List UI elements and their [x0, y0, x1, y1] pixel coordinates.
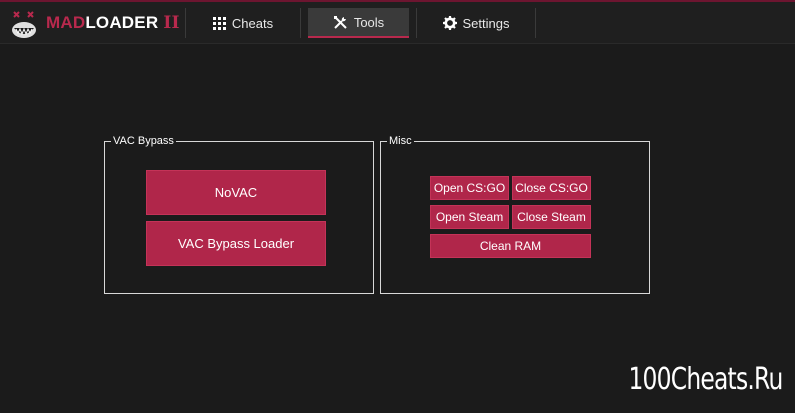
clean-ram-button[interactable]: Clean RAM [430, 234, 591, 258]
open-csgo-button[interactable]: Open CS:GO [430, 176, 509, 200]
nav-divider [535, 8, 536, 38]
nav-divider [416, 8, 417, 38]
nav-divider [300, 8, 301, 38]
app-title: MADLOADER II [46, 13, 180, 33]
open-steam-button[interactable]: Open Steam [430, 205, 509, 229]
nav-divider [185, 8, 186, 38]
tab-settings[interactable]: Settings [420, 8, 532, 38]
site-watermark: 100Cheats.Ru [628, 362, 784, 397]
misc-group-title: Misc [387, 134, 414, 148]
close-steam-button[interactable]: Close Steam [512, 205, 591, 229]
tab-tools-label: Tools [353, 14, 385, 30]
vac-bypass-loader-button[interactable]: VAC Bypass Loader [146, 221, 326, 266]
tab-cheats-label: Cheats [231, 15, 274, 31]
vac-bypass-group: VAC Bypass [104, 134, 374, 294]
tab-settings-label: Settings [462, 15, 510, 31]
tools-icon [333, 15, 347, 29]
tab-cheats[interactable]: Cheats [190, 8, 296, 38]
vac-bypass-group-title: VAC Bypass [111, 134, 176, 148]
grid-icon [212, 16, 226, 30]
app-logo: MADLOADER II [6, 4, 179, 40]
mad-face-icon [12, 11, 36, 38]
close-csgo-button[interactable]: Close CS:GO [512, 176, 591, 200]
gear-icon [442, 16, 457, 30]
logo-loader-text: LOADER [85, 13, 159, 32]
top-navigation-bar: MADLOADER II Cheats Tools Settings [0, 0, 795, 44]
logo-version-text: II [163, 13, 180, 33]
top-accent-line [0, 0, 795, 2]
novac-button[interactable]: NoVAC [146, 170, 326, 215]
tab-tools[interactable]: Tools [308, 8, 409, 38]
logo-mad-text: MAD [46, 13, 86, 32]
